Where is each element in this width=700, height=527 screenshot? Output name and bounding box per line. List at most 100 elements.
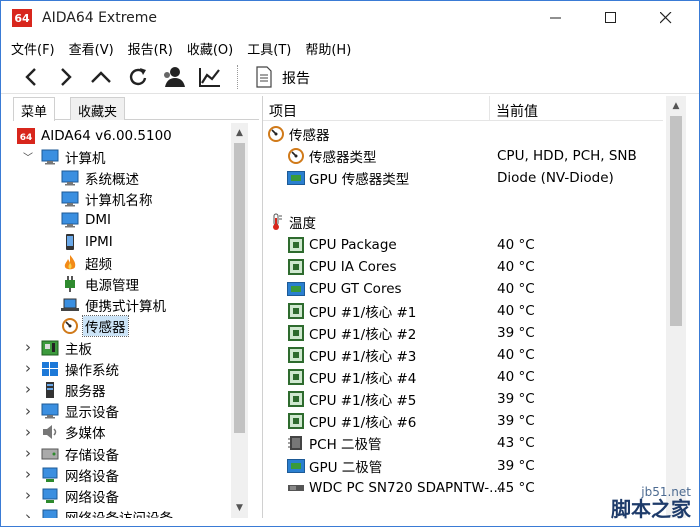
watermark: jb51.net 脚本之家 xyxy=(549,446,699,526)
tree-item[interactable]: › 操作系统 xyxy=(25,358,121,379)
sensor-row[interactable]: WDC PC SN720 SDAPNTW-... xyxy=(287,477,502,499)
tab-menu[interactable]: 菜单 xyxy=(13,97,56,121)
sensor-row[interactable]: PCH 二极管 xyxy=(287,432,382,454)
expand-icon[interactable]: › xyxy=(23,465,33,483)
user-button[interactable] xyxy=(160,63,188,91)
content-scroll-up-icon[interactable]: ▲ xyxy=(666,98,686,114)
tree-item[interactable]: 传感器 xyxy=(61,315,129,338)
scroll-up-icon[interactable]: ▲ xyxy=(231,125,248,141)
column-header-value[interactable]: 当前值 xyxy=(496,101,538,121)
sensor-row[interactable]: CPU #1/核心 #6 xyxy=(287,410,416,432)
sensor-row[interactable]: CPU #1/核心 #5 xyxy=(287,388,416,410)
user-icon xyxy=(164,67,185,87)
up-button[interactable] xyxy=(87,63,115,91)
column-divider[interactable] xyxy=(489,96,490,121)
computer-icon xyxy=(41,149,59,165)
toolbar: 报告 xyxy=(1,60,699,94)
collapse-icon[interactable]: ﹀ xyxy=(23,151,33,164)
sensor-group-header[interactable]: 传感器 xyxy=(267,123,330,145)
benchmark-button[interactable] xyxy=(196,63,224,91)
pch-icon xyxy=(287,435,305,451)
column-header-item[interactable]: 项目 xyxy=(269,101,297,121)
sensor-row[interactable]: CPU IA Cores xyxy=(287,256,397,278)
tree-item[interactable]: › 网络设备访问设备 xyxy=(25,507,175,518)
content-scroll-thumb[interactable] xyxy=(670,116,682,326)
ssd-icon xyxy=(287,480,305,496)
sensor-row[interactable]: 传感器类型 xyxy=(287,145,377,167)
sensor-row[interactable]: CPU #1/核心 #1 xyxy=(287,300,416,322)
report-button[interactable] xyxy=(250,63,278,91)
sensor-row[interactable]: GPU 二极管 xyxy=(287,455,382,477)
expand-icon[interactable]: › xyxy=(23,508,33,518)
maximize-icon xyxy=(605,12,616,23)
expand-icon[interactable]: › xyxy=(23,380,33,398)
report-label[interactable]: 报告 xyxy=(282,68,310,88)
forward-button[interactable] xyxy=(52,63,80,91)
sensor-row[interactable]: CPU #1/核心 #3 xyxy=(287,344,416,366)
gauge-icon xyxy=(267,126,285,142)
tree-scrollbar[interactable]: ▲ ▼ xyxy=(231,123,248,518)
tab-favorites[interactable]: 收藏夹 xyxy=(70,97,126,120)
sensor-row[interactable]: GPU 传感器类型 xyxy=(287,167,409,189)
tree-item[interactable]: › 网络设备 xyxy=(25,464,121,485)
speaker-icon xyxy=(41,424,59,440)
tree-item[interactable]: ﹀ 计算机 xyxy=(23,146,108,167)
tree-item-label: 主板 xyxy=(65,341,92,358)
expand-icon[interactable]: › xyxy=(23,359,33,377)
sensor-value: 40 °C xyxy=(497,236,535,253)
tree-item[interactable]: › 存储设备 xyxy=(25,443,121,464)
expand-icon[interactable]: › xyxy=(23,486,33,504)
sensor-row[interactable]: CPU #1/核心 #4 xyxy=(287,366,416,388)
minimize-button[interactable] xyxy=(531,1,581,35)
gpu-icon xyxy=(287,281,305,297)
sensor-row[interactable]: CPU GT Cores xyxy=(287,278,402,300)
app-window: 64 AIDA64 Extreme 文件(F) 查看(V) 报告(R) 收藏(O… xyxy=(0,0,700,527)
chip-icon xyxy=(287,302,305,319)
tree-item[interactable]: 计算机名称 xyxy=(61,189,155,210)
sensor-name: CPU Package xyxy=(309,236,397,253)
tree-item[interactable]: DMI xyxy=(61,210,113,231)
tree-item[interactable]: › 显示设备 xyxy=(25,401,121,422)
up-icon xyxy=(91,71,111,83)
sensor-name: WDC PC SN720 SDAPNTW-... xyxy=(309,479,503,496)
expand-icon[interactable]: › xyxy=(23,338,33,356)
refresh-button[interactable] xyxy=(124,63,152,91)
maximize-button[interactable] xyxy=(586,1,636,35)
refresh-icon xyxy=(129,68,147,86)
tree-item[interactable]: 系统概述 xyxy=(61,167,141,188)
tree-item[interactable]: › 主板 xyxy=(25,337,94,358)
expand-icon[interactable]: › xyxy=(23,402,33,420)
sensor-group-header[interactable]: 温度 xyxy=(267,211,316,233)
sensor-name: PCH 二极管 xyxy=(309,437,382,454)
tree-item[interactable]: 超频 xyxy=(61,252,114,273)
fire-icon xyxy=(61,254,79,271)
menu-tools[interactable]: 工具(T) xyxy=(240,36,298,58)
motherboard-icon xyxy=(41,340,59,356)
expand-icon[interactable]: › xyxy=(23,444,33,462)
expand-icon[interactable]: › xyxy=(23,423,33,441)
laptop-icon xyxy=(61,297,79,313)
sensor-name: GPU 传感器类型 xyxy=(309,172,410,189)
close-button[interactable] xyxy=(641,1,691,35)
chip-icon xyxy=(287,236,305,253)
navigation-panel: 菜单 收藏夹 64 AIDA64 v6.00.5100 ﹀ 计算机 系统概述 计算机名称 D… xyxy=(13,96,259,518)
tree-item[interactable]: 电源管理 xyxy=(61,273,141,294)
tree-item[interactable]: 64 AIDA64 v6.00.5100 xyxy=(17,125,174,146)
tree-item[interactable]: 便携式计算机 xyxy=(61,295,168,316)
toolbar-separator xyxy=(237,65,238,89)
scroll-down-icon[interactable]: ▼ xyxy=(231,500,248,516)
tree-item[interactable]: › 网络设备 xyxy=(25,485,121,506)
title-bar[interactable]: 64 AIDA64 Extreme xyxy=(1,1,699,35)
menu-favorites[interactable]: 收藏(O) xyxy=(180,36,240,58)
tree-item[interactable]: › 多媒体 xyxy=(25,422,108,443)
sensor-row[interactable]: CPU Package xyxy=(287,234,397,256)
menu-file[interactable]: 文件(F) xyxy=(1,36,62,58)
tree-item[interactable]: › 服务器 xyxy=(25,379,108,400)
menu-report[interactable]: 报告(R) xyxy=(121,36,180,58)
menu-help[interactable]: 帮助(H) xyxy=(298,36,358,58)
sensor-row[interactable]: CPU #1/核心 #2 xyxy=(287,322,416,344)
menu-view[interactable]: 查看(V) xyxy=(62,36,121,58)
tree-scroll-thumb[interactable] xyxy=(234,143,245,433)
back-button[interactable] xyxy=(17,63,45,91)
tree-item[interactable]: IPMI xyxy=(61,231,115,252)
